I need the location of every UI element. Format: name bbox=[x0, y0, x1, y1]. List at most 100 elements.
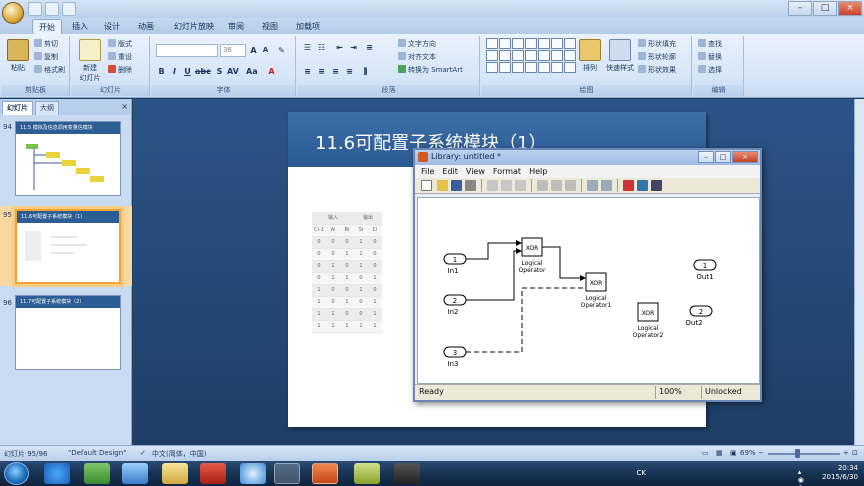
replace-button[interactable]: 替换 bbox=[698, 52, 722, 63]
ie-icon[interactable] bbox=[44, 463, 70, 484]
explorer-icon[interactable] bbox=[162, 463, 188, 484]
tab-animation[interactable]: 动画 bbox=[132, 19, 160, 34]
model-canvas[interactable]: 1 In1 2 In2 3 In3 XOR Logical Operator X… bbox=[417, 197, 760, 384]
powerpoint-taskbar-icon[interactable] bbox=[312, 463, 338, 484]
font-size-combo[interactable]: 36 bbox=[220, 44, 246, 57]
new-slide-button[interactable]: 新建 幻灯片 bbox=[76, 39, 104, 83]
undo-tool-icon[interactable] bbox=[587, 180, 598, 191]
italic-icon[interactable]: I bbox=[169, 66, 180, 77]
shape-item[interactable] bbox=[551, 38, 563, 49]
strikethrough-icon[interactable]: abc bbox=[195, 66, 211, 77]
font-color-icon[interactable]: A bbox=[266, 66, 277, 77]
maximize-button[interactable]: □ bbox=[813, 1, 837, 16]
font-name-combo[interactable] bbox=[156, 44, 218, 57]
save-model-icon[interactable] bbox=[451, 180, 462, 191]
menu-file[interactable]: File bbox=[421, 165, 434, 178]
back-icon[interactable] bbox=[537, 180, 548, 191]
slide-thumbnail-96[interactable]: 11.7可配置子系统模块（2） bbox=[15, 295, 121, 370]
menu-edit[interactable]: Edit bbox=[442, 165, 458, 178]
line-spacing-icon[interactable]: ≡ bbox=[364, 42, 375, 53]
up-icon[interactable] bbox=[565, 180, 576, 191]
inport-block[interactable]: 1 In1 bbox=[443, 253, 467, 275]
library-browser-icon[interactable] bbox=[623, 180, 634, 191]
layout-button[interactable]: 版式 bbox=[108, 39, 132, 50]
redo-icon[interactable] bbox=[62, 2, 76, 16]
tab-insert[interactable]: 插入 bbox=[66, 19, 94, 34]
shape-effects-button[interactable]: 形状效果 bbox=[638, 65, 676, 76]
underline-icon[interactable]: U bbox=[182, 66, 193, 77]
smartart-button[interactable]: 转换为 SmartArt bbox=[398, 65, 463, 76]
menu-format[interactable]: Format bbox=[493, 165, 521, 178]
matlab-taskbar-icon[interactable] bbox=[274, 463, 300, 484]
shape-item[interactable] bbox=[538, 38, 550, 49]
slideshow-view-icon[interactable]: ▣ bbox=[730, 449, 737, 457]
debugger-icon[interactable] bbox=[651, 180, 662, 191]
shape-outline-button[interactable]: 形状轮廓 bbox=[638, 52, 676, 63]
inport-block[interactable]: 2 In2 bbox=[443, 294, 467, 316]
shape-item[interactable] bbox=[551, 50, 563, 61]
outport-block[interactable]: 2 Out2 bbox=[685, 305, 713, 327]
tab-view[interactable]: 视图 bbox=[256, 19, 284, 34]
library-maximize-button[interactable]: □ bbox=[715, 151, 731, 163]
quick-styles-button[interactable]: 快速样式 bbox=[602, 39, 638, 73]
undo-icon[interactable] bbox=[45, 2, 59, 16]
signal-line[interactable] bbox=[466, 240, 522, 260]
logical-operator-block[interactable]: XOR Logical Operator bbox=[519, 237, 546, 274]
close-panel-icon[interactable]: × bbox=[121, 102, 128, 111]
slide-thumbnail-94[interactable]: 11.5 模拟及信息调用变量信模块 bbox=[15, 121, 121, 196]
shape-item[interactable] bbox=[564, 38, 576, 49]
shape-item[interactable] bbox=[564, 50, 576, 61]
new-model-icon[interactable] bbox=[421, 180, 432, 191]
spacing-icon[interactable]: AV bbox=[227, 66, 239, 77]
align-left-icon[interactable]: ≡ bbox=[302, 66, 313, 77]
zoom-in-icon[interactable]: + bbox=[843, 449, 849, 457]
shape-item[interactable] bbox=[525, 62, 537, 73]
text-direction-button[interactable]: 文字方向 bbox=[398, 39, 436, 50]
notes-icon[interactable] bbox=[354, 463, 380, 484]
zoom-out-icon[interactable]: − bbox=[758, 449, 764, 457]
library-title-bar[interactable]: Library: untitled * – □ × bbox=[415, 150, 760, 165]
shape-item[interactable] bbox=[499, 38, 511, 49]
save-icon[interactable] bbox=[28, 2, 42, 16]
close-button[interactable]: × bbox=[838, 1, 862, 16]
justify-icon[interactable]: ≡ bbox=[344, 66, 355, 77]
arrange-button[interactable]: 排列 bbox=[576, 39, 604, 73]
tray-icons[interactable]: ▴ ◉ ♪ ⚑ bbox=[798, 468, 804, 486]
sorter-view-icon[interactable]: ▦ bbox=[716, 449, 723, 457]
model-explorer-icon[interactable] bbox=[637, 180, 648, 191]
shape-item[interactable] bbox=[525, 50, 537, 61]
slide-thumbnail-95[interactable]: 11.6可配置子系统模块（1） bbox=[15, 209, 121, 284]
align-text-button[interactable]: 对齐文本 bbox=[398, 52, 436, 63]
columns-icon[interactable]: ⫼ bbox=[360, 66, 371, 77]
shape-item[interactable] bbox=[564, 62, 576, 73]
cut-button[interactable]: 剪切 bbox=[34, 39, 58, 50]
library-close-button[interactable]: × bbox=[732, 151, 758, 163]
shape-item[interactable] bbox=[512, 38, 524, 49]
case-icon[interactable]: Aa bbox=[246, 66, 258, 77]
open-icon[interactable] bbox=[437, 180, 448, 191]
shape-item[interactable] bbox=[486, 38, 498, 49]
normal-view-icon[interactable]: ▭ bbox=[702, 449, 709, 457]
recorder-icon[interactable] bbox=[394, 463, 420, 484]
tab-design[interactable]: 设计 bbox=[98, 19, 126, 34]
vertical-scrollbar[interactable] bbox=[854, 99, 864, 445]
tab-home[interactable]: 开始 bbox=[32, 19, 62, 34]
shape-item[interactable] bbox=[486, 50, 498, 61]
decrease-indent-icon[interactable]: ⇤ bbox=[334, 42, 345, 53]
shape-item[interactable] bbox=[538, 62, 550, 73]
shape-item[interactable] bbox=[499, 50, 511, 61]
tab-slideshow[interactable]: 幻灯片放映 bbox=[168, 19, 220, 34]
clock[interactable]: 20:34 2015/6/30 bbox=[822, 464, 858, 482]
pdf-icon[interactable] bbox=[200, 463, 226, 484]
ime-indicator[interactable]: CK bbox=[637, 469, 646, 477]
shadow-icon[interactable]: S bbox=[214, 66, 225, 77]
menu-view[interactable]: View bbox=[466, 165, 485, 178]
fit-window-icon[interactable]: ⊡ bbox=[852, 449, 858, 457]
increase-indent-icon[interactable]: ⇥ bbox=[348, 42, 359, 53]
outport-block[interactable]: 1 Out1 bbox=[693, 259, 717, 281]
print-icon[interactable] bbox=[465, 180, 476, 191]
minimize-button[interactable]: – bbox=[788, 1, 812, 16]
app-icon[interactable] bbox=[240, 463, 266, 484]
shape-item[interactable] bbox=[499, 62, 511, 73]
media-icon[interactable] bbox=[84, 463, 110, 484]
